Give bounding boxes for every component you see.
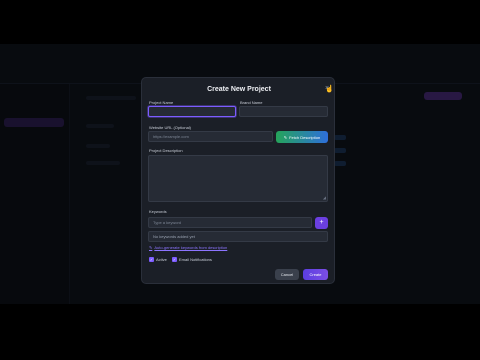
mouse-cursor-icon: ☝ bbox=[325, 86, 334, 93]
project-description-textarea[interactable]: ◢ bbox=[148, 155, 328, 202]
add-keyword-button[interactable]: + bbox=[315, 217, 328, 229]
email-notifications-checkbox[interactable]: ✓ Email Notifications bbox=[172, 257, 212, 262]
pencil-icon: ✎ bbox=[149, 245, 153, 250]
keywords-label: Keywords bbox=[149, 209, 167, 214]
checkbox-checked-icon: ✓ bbox=[149, 257, 154, 262]
brand-name-input[interactable] bbox=[239, 106, 328, 117]
project-description-label: Project Description bbox=[149, 148, 183, 153]
keywords-empty-state: No keywords added yet bbox=[148, 231, 328, 242]
autogenerate-keywords-link[interactable]: ✎ Auto-generate keywords from descriptio… bbox=[149, 245, 227, 250]
create-project-modal: Create New Project × Project Name Brand … bbox=[141, 77, 335, 284]
modal-title: Create New Project bbox=[207, 86, 271, 93]
project-name-input[interactable] bbox=[148, 106, 236, 117]
brand-name-label: Brand Name bbox=[240, 100, 263, 105]
fetch-description-label: Fetch Description bbox=[289, 134, 321, 140]
resize-grip-icon[interactable]: ◢ bbox=[323, 196, 326, 200]
active-checkbox-label: Active bbox=[156, 257, 167, 262]
website-url-label: Website URL (Optional) bbox=[149, 125, 192, 130]
cancel-button[interactable]: Cancel bbox=[275, 269, 299, 280]
pencil-icon: ✎ bbox=[283, 134, 288, 140]
email-notifications-label: Email Notifications bbox=[179, 257, 212, 262]
active-checkbox[interactable]: ✓ Active bbox=[149, 257, 167, 262]
fetch-description-button[interactable]: ✎ Fetch Description bbox=[276, 131, 328, 143]
project-name-label: Project Name bbox=[149, 100, 174, 105]
checkbox-checked-icon: ✓ bbox=[172, 257, 177, 262]
keyword-input[interactable]: Type a keyword bbox=[148, 217, 312, 228]
website-url-input[interactable]: https://example.com bbox=[148, 131, 273, 142]
create-button[interactable]: Create bbox=[303, 269, 328, 280]
autogenerate-keywords-label: Auto-generate keywords from description bbox=[154, 245, 228, 250]
